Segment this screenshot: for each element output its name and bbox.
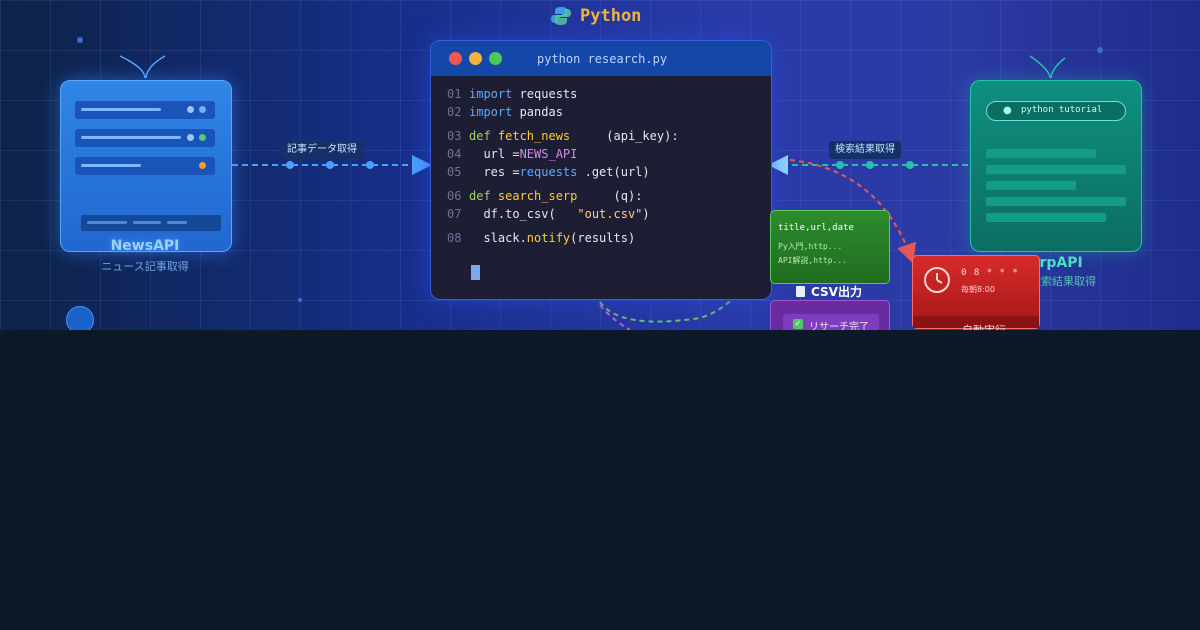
news-item bbox=[75, 157, 215, 175]
csv-output-card: title,url,date Py入門,http... API解説,http..… bbox=[770, 210, 890, 284]
editor-filename: python research.py bbox=[537, 52, 668, 66]
maximize-dot-icon bbox=[489, 52, 502, 65]
schedule-card: 0 8 * * * 毎朝8:00 bbox=[912, 255, 1040, 329]
csv-header: title,url,date bbox=[778, 223, 854, 233]
hero-illustration: Python NewsAPI ニュース記事取得 記事データ取得 検索結果取得 p… bbox=[0, 0, 1200, 330]
python-label: Python bbox=[580, 6, 642, 26]
code-token: url = bbox=[469, 147, 520, 161]
code-token: (api_key): bbox=[570, 129, 679, 143]
slack-notify-card: ✓ リサーチ完了 bbox=[770, 300, 890, 330]
newsapi-subtitle: ニュース記事取得 bbox=[101, 260, 189, 273]
decorative-circle bbox=[66, 306, 94, 330]
code-token: .get(url) bbox=[577, 165, 650, 179]
news-arrow-label: 記事データ取得 bbox=[281, 141, 363, 159]
code-line: 02 import pandas bbox=[447, 105, 563, 119]
code-token: (q): bbox=[577, 189, 643, 203]
serp-arrow-label: 検索結果取得 bbox=[829, 141, 901, 159]
check-icon: ✓ bbox=[793, 319, 803, 329]
line-number: 08 bbox=[447, 231, 462, 245]
news-item bbox=[75, 129, 215, 147]
code-editor-window: python research.py 01 import requests 02 im… bbox=[430, 40, 772, 300]
code-line: 03 def fetch_news (api_key): bbox=[447, 129, 679, 143]
serp-result-row bbox=[986, 165, 1126, 174]
code-token: def bbox=[469, 129, 491, 143]
code-token: "out.csv" bbox=[577, 207, 643, 221]
code-token: ) bbox=[642, 207, 650, 221]
serpapi-card: ● python tutorial bbox=[970, 80, 1142, 252]
document-icon bbox=[796, 286, 805, 297]
code-line: 07 df.to_csv( "out.csv") bbox=[447, 207, 650, 221]
slack-message: ✓ リサーチ完了 bbox=[783, 314, 879, 330]
code-token: import bbox=[469, 105, 513, 119]
serp-result-row bbox=[986, 213, 1106, 222]
serp-result-row bbox=[986, 197, 1126, 206]
line-number: 07 bbox=[447, 207, 462, 221]
csv-label-text: CSV出力 bbox=[811, 285, 862, 299]
python-badge: Python bbox=[550, 2, 641, 30]
schedule-description: 毎朝8:00 bbox=[961, 285, 995, 294]
code-line: 08 slack.notify(results) bbox=[447, 231, 635, 245]
clock-icon bbox=[924, 267, 950, 293]
search-icon: ● bbox=[1003, 105, 1012, 116]
minimize-dot-icon bbox=[469, 52, 482, 65]
serp-search-query: python tutorial bbox=[1021, 105, 1103, 115]
code-token: search_serp bbox=[490, 189, 578, 203]
newsapi-title: NewsAPI bbox=[110, 238, 180, 254]
line-number: 06 bbox=[447, 189, 462, 203]
close-dot-icon bbox=[449, 52, 462, 65]
news-footer bbox=[81, 215, 221, 231]
code-token: requests bbox=[512, 87, 578, 101]
line-number: 05 bbox=[447, 165, 462, 179]
code-line: 04 url =NEWS_API bbox=[447, 147, 577, 161]
csv-row: Py入門,http... bbox=[778, 242, 843, 251]
code-line: 05 res =requests .get(url) bbox=[447, 165, 650, 179]
text-cursor bbox=[471, 265, 480, 280]
line-number: 01 bbox=[447, 87, 462, 101]
slack-message-text: リサーチ完了 bbox=[809, 322, 869, 330]
serp-result-row bbox=[986, 149, 1096, 158]
code-token: def bbox=[469, 189, 491, 203]
newsapi-card bbox=[60, 80, 232, 252]
empty-bottom-area bbox=[0, 330, 1200, 630]
code-token: requests bbox=[519, 165, 578, 179]
code-token: (results) bbox=[570, 231, 636, 245]
schedule-label: 自動実行 bbox=[962, 322, 1006, 330]
code-token: slack. bbox=[469, 231, 527, 245]
csv-row: API解説,http... bbox=[778, 256, 847, 265]
code-line: 01 import requests bbox=[447, 87, 577, 101]
code-token: fetch_news bbox=[490, 129, 571, 143]
code-line: 06 def search_serp (q): bbox=[447, 189, 642, 203]
line-number: 04 bbox=[447, 147, 462, 161]
code-token: NEWS_API bbox=[519, 147, 578, 161]
cron-expression: 0 8 * * * bbox=[961, 268, 1019, 278]
csv-label: CSV出力 bbox=[796, 283, 862, 300]
editor-titlebar: python research.py bbox=[431, 41, 771, 76]
line-number: 02 bbox=[447, 105, 462, 119]
python-logo-icon bbox=[551, 7, 571, 25]
serp-result-row bbox=[986, 181, 1076, 190]
news-item bbox=[75, 101, 215, 119]
code-token: res = bbox=[469, 165, 520, 179]
serp-search-box: ● python tutorial bbox=[986, 101, 1126, 121]
code-token: df.to_csv( bbox=[469, 207, 578, 221]
code-token: notify bbox=[526, 231, 571, 245]
code-token: import bbox=[469, 87, 513, 101]
line-number: 03 bbox=[447, 129, 462, 143]
code-token: pandas bbox=[512, 105, 563, 119]
